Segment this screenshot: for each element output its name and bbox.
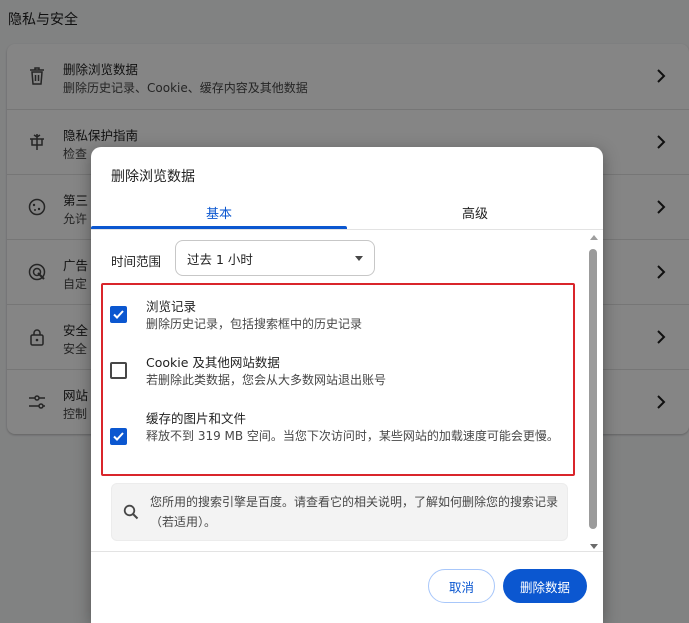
dropdown-caret-icon — [355, 256, 363, 261]
dialog-title: 删除浏览数据 — [111, 169, 195, 185]
checkbox-cookies[interactable] — [110, 362, 127, 379]
option-title: Cookie 及其他网站数据 — [146, 355, 280, 370]
delete-data-button[interactable]: 删除数据 — [503, 569, 587, 603]
dialog-tabs: 基本 高级 — [91, 195, 603, 229]
time-range-value: 过去 1 小时 — [187, 251, 253, 267]
option-subtitle: 释放不到 319 MB 空间。当您下次访问时，某些网站的加载速度可能会更慢。 — [146, 429, 559, 443]
dialog-scrollbar[interactable] — [588, 235, 600, 549]
cancel-button[interactable]: 取消 — [428, 569, 495, 603]
search-engine-info: 您所用的搜索引擎是百度。请查看它的相关说明，了解如何删除您的搜索记录（若适用）。 — [111, 483, 568, 541]
scroll-down-arrow-icon[interactable] — [590, 544, 598, 549]
option-title: 缓存的图片和文件 — [146, 411, 247, 426]
time-range-select[interactable]: 过去 1 小时 — [175, 240, 375, 276]
option-title: 浏览记录 — [146, 299, 197, 314]
scrollbar-thumb[interactable] — [589, 249, 597, 529]
option-cookies: Cookie 及其他网站数据 若删除此类数据，您会从大多数网站退出账号 — [91, 343, 581, 399]
check-icon — [113, 432, 124, 441]
tab-advanced[interactable]: 高级 — [347, 195, 603, 229]
option-cached-images: 缓存的图片和文件 释放不到 319 MB 空间。当您下次访问时，某些网站的加载速… — [91, 399, 581, 475]
info-text: 您所用的搜索引擎是百度。请查看它的相关说明，了解如何删除您的搜索记录（若适用）。 — [150, 495, 559, 529]
footer-divider — [91, 551, 603, 552]
scroll-up-arrow-icon[interactable] — [590, 235, 598, 240]
check-icon — [113, 310, 124, 319]
checkbox-cached-images[interactable] — [110, 428, 127, 445]
option-browsing-history: 浏览记录 删除历史记录，包括搜索框中的历史记录 — [91, 287, 581, 343]
tab-basic[interactable]: 基本 — [91, 195, 347, 229]
option-subtitle: 删除历史记录，包括搜索框中的历史记录 — [146, 317, 363, 331]
option-subtitle: 若删除此类数据，您会从大多数网站退出账号 — [146, 373, 387, 387]
clear-browsing-data-dialog: 删除浏览数据 基本 高级 时间范围 过去 1 小时 浏览记录 删除历史记录，包括… — [91, 147, 603, 623]
time-range-label: 时间范围 — [111, 254, 162, 269]
search-icon — [123, 504, 139, 520]
tab-divider — [91, 229, 603, 230]
checkbox-browsing-history[interactable] — [110, 306, 127, 323]
